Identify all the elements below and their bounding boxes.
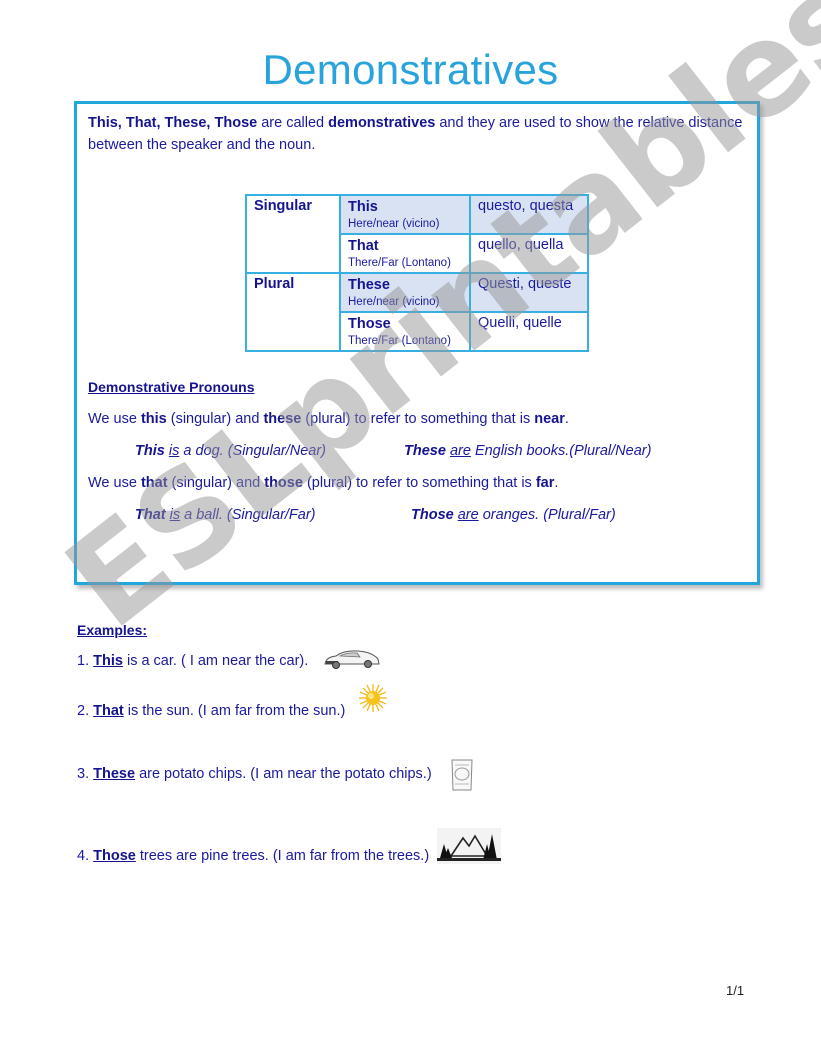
pine-trees-icon xyxy=(437,828,501,869)
far-example-singular: That is a ball. (Singular/Far) xyxy=(135,507,316,523)
page-indicator: 1/1 xyxy=(726,983,745,998)
examples-heading: Examples: xyxy=(77,622,148,638)
italian-cell: Quelli, quelle xyxy=(469,311,589,352)
demonstratives-table: Singular This Here/near (vicino) questo, … xyxy=(245,194,589,352)
italian-cell: quello, quella xyxy=(469,233,589,274)
group-cell-plural: Plural xyxy=(245,272,341,352)
table-row: Plural These Here/near (vicino) Questi, q… xyxy=(245,272,589,352)
page-title: Demonstratives xyxy=(262,46,559,93)
example-item: 4. Those trees are pine trees. (I am far… xyxy=(77,848,430,864)
group-cell-singular: Singular xyxy=(245,194,341,274)
car-icon xyxy=(322,648,382,675)
example-item: 3. These are potato chips. (I am near th… xyxy=(77,766,432,782)
table-row: Singular This Here/near (vicino) questo, … xyxy=(245,194,589,274)
far-example-plural: Those are oranges. (Plural/Far) xyxy=(411,507,616,523)
word-cell: These Here/near (vicino) xyxy=(339,272,471,313)
pronouns-heading: Demonstrative Pronouns xyxy=(88,379,255,395)
near-rule: We use this (singular) and these (plural… xyxy=(88,411,569,427)
word-cell: This Here/near (vicino) xyxy=(339,194,471,235)
explanation-box: This, That, These, Those are called demo… xyxy=(74,101,760,585)
example-item: 1. This is a car. ( I am near the car). xyxy=(77,653,309,669)
near-example-singular: This is a dog. (Singular/Near) xyxy=(135,443,327,459)
italian-cell: Questi, queste xyxy=(469,272,589,313)
chips-bag-icon xyxy=(449,758,475,797)
word-cell: Those There/Far (Lontano) xyxy=(339,311,471,352)
italian-cell: questo, questa xyxy=(469,194,589,235)
far-rule: We use that (singular) and those (plural… xyxy=(88,475,559,491)
intro-text: are called xyxy=(257,115,329,131)
sun-icon xyxy=(358,683,388,718)
intro-paragraph: This, That, These, Those are called demo… xyxy=(88,112,748,156)
intro-bold-words: This, That, These, Those xyxy=(88,115,258,131)
example-item: 2. That is the sun. (I am far from the s… xyxy=(77,703,346,719)
near-example-plural: These are English books.(Plural/Near) xyxy=(404,443,652,459)
word-cell: That There/Far (Lontano) xyxy=(339,233,471,274)
intro-term: demonstratives xyxy=(328,115,436,131)
